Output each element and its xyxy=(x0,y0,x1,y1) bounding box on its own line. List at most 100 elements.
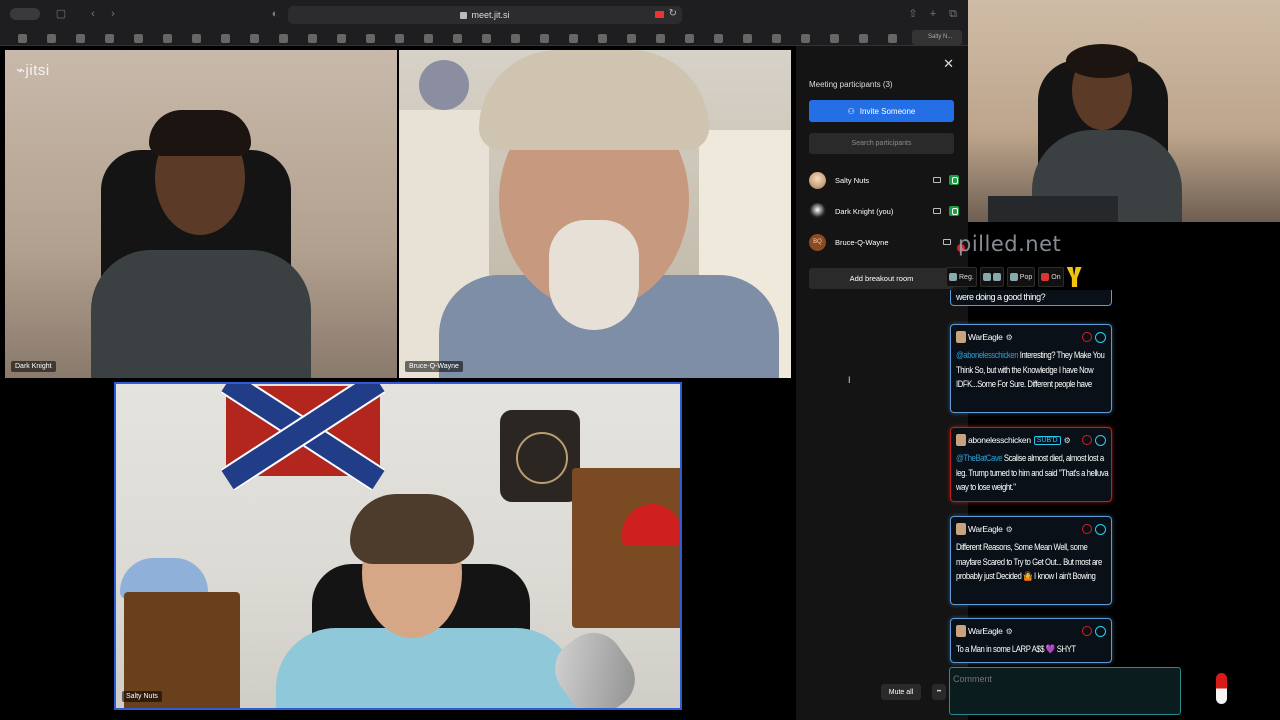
tab-favicon[interactable] xyxy=(37,31,66,45)
tab-overview-icon[interactable]: ⧉ xyxy=(946,7,960,21)
tab-favicon[interactable] xyxy=(501,31,530,45)
participants-panel: ✕ Meeting participants (3) ⚇ Invite Some… xyxy=(796,46,968,720)
tab-favicon[interactable] xyxy=(617,31,646,45)
search-participants-input[interactable]: Search participants xyxy=(809,133,954,154)
chat-toolbar: Reg. Pop On xyxy=(946,266,1082,288)
chat-message: WarEagle ⚙ Different Reasons, Some Mean … xyxy=(950,516,1112,605)
tab-favicon[interactable] xyxy=(530,31,559,45)
tab-favicon[interactable] xyxy=(327,31,356,45)
tab-favicon[interactable] xyxy=(675,31,704,45)
like-icon[interactable] xyxy=(1095,523,1106,535)
tab-favicon[interactable] xyxy=(269,31,298,45)
tile-name-label: Salty Nuts xyxy=(122,691,162,702)
corner-shelf xyxy=(572,468,680,628)
pause-icon xyxy=(982,273,991,281)
tab-favicon[interactable] xyxy=(414,31,443,45)
reply-icon[interactable] xyxy=(1082,331,1092,342)
close-icon[interactable]: ✕ xyxy=(943,56,954,72)
back-icon[interactable]: ‹ xyxy=(86,7,100,21)
tab-favicon[interactable] xyxy=(443,31,472,45)
toolbar-pause-button[interactable] xyxy=(979,267,1004,287)
tab-favicon[interactable] xyxy=(66,31,95,45)
active-tab[interactable]: Salty N... xyxy=(912,30,962,45)
pill-icon[interactable] xyxy=(1216,673,1227,704)
toolbar-label: Pop xyxy=(1019,273,1033,281)
tab-favicon[interactable] xyxy=(704,31,733,45)
cap xyxy=(479,50,709,150)
user-icon xyxy=(949,273,957,281)
tab-favicon[interactable] xyxy=(791,31,820,45)
participant-row[interactable]: Salty Nuts xyxy=(809,170,959,190)
comment-box[interactable] xyxy=(949,667,1181,715)
tab-favicon[interactable] xyxy=(472,31,501,45)
chat-message-highlighted: abonelesschicken SUB'D ⚙ @TheBatCave Sca… xyxy=(950,427,1112,502)
forward-icon[interactable]: › xyxy=(106,7,120,21)
like-icon[interactable] xyxy=(1095,625,1106,637)
share-icon[interactable]: ⇧ xyxy=(906,7,920,21)
tab-favicon[interactable] xyxy=(559,31,588,45)
y-logo-icon[interactable] xyxy=(1066,267,1082,287)
video-tile-bruce-q-wayne[interactable]: Bruce-Q-Wayne xyxy=(399,50,791,378)
new-tab-icon[interactable]: + xyxy=(926,7,940,21)
tab-favicon[interactable] xyxy=(298,31,327,45)
toolbar-on-button[interactable]: On xyxy=(1038,267,1064,287)
tab-favicon[interactable] xyxy=(588,31,617,45)
participant-row[interactable]: BQ Bruce-Q-Wayne xyxy=(809,232,959,252)
camera-icon xyxy=(933,208,941,214)
more-options-button[interactable]: •• xyxy=(932,684,946,700)
mention[interactable]: @TheBatCave xyxy=(956,453,1003,463)
mention[interactable]: @abonelesschicken xyxy=(956,350,1019,360)
avatar xyxy=(809,202,826,220)
gear-icon: ⚙ xyxy=(1005,626,1013,636)
mute-all-button[interactable]: Mute all xyxy=(881,684,921,700)
tab-favicon[interactable] xyxy=(820,31,849,45)
reply-icon[interactable] xyxy=(1082,625,1092,636)
panel-title: Meeting participants (3) xyxy=(809,80,893,89)
webcam-overlay xyxy=(968,0,1280,222)
jitsi-logo[interactable]: ⌁jitsi xyxy=(16,61,50,79)
tab-favicon[interactable] xyxy=(762,31,791,45)
like-icon[interactable] xyxy=(1095,331,1106,343)
chat-username: abonelesschicken xyxy=(968,435,1031,445)
participant-row[interactable]: Dark Knight (you) xyxy=(809,201,959,221)
tab-favicon[interactable] xyxy=(849,31,878,45)
tab-favicon[interactable] xyxy=(153,31,182,45)
reply-icon[interactable] xyxy=(1082,434,1092,445)
user-avatar xyxy=(956,434,966,446)
comment-input[interactable] xyxy=(953,674,1177,684)
tab-favicon[interactable] xyxy=(646,31,675,45)
tile-name-label: Dark Knight xyxy=(11,361,56,372)
tab-favicon[interactable] xyxy=(182,31,211,45)
person-hair xyxy=(1066,44,1138,78)
participant-name: Dark Knight (you) xyxy=(835,206,894,216)
desk-gear xyxy=(988,196,1118,222)
tab-favicon[interactable] xyxy=(356,31,385,45)
toolbar-reg-button[interactable]: Reg. xyxy=(946,267,977,287)
video-tile-dark-knight[interactable]: Dark Knight xyxy=(5,50,397,378)
screen: ▢ ‹ › ◐ meet.jit.si ↻ ⇧ + ⧉ Salty N... D… xyxy=(0,0,1280,720)
avatar: BQ xyxy=(809,233,826,251)
address-bar[interactable]: meet.jit.si ↻ xyxy=(288,6,682,24)
privacy-icon[interactable]: ◐ xyxy=(268,7,282,21)
invite-someone-button[interactable]: ⚇ Invite Someone xyxy=(809,100,954,122)
tab-favicon[interactable] xyxy=(385,31,414,45)
camera-recording-icon[interactable] xyxy=(655,11,664,18)
tab-favicon[interactable] xyxy=(95,31,124,45)
tab-favicon[interactable] xyxy=(878,31,907,45)
toolbar-pop-button[interactable]: Pop xyxy=(1006,267,1036,287)
sidebar-toggle-icon[interactable]: ▢ xyxy=(54,7,68,21)
window-controls[interactable] xyxy=(10,8,40,20)
lock-icon xyxy=(460,11,468,19)
tab-favicon[interactable] xyxy=(733,31,762,45)
add-breakout-room-button[interactable]: Add breakout room xyxy=(809,268,954,289)
tab-favicon[interactable] xyxy=(240,31,269,45)
like-icon[interactable] xyxy=(1095,434,1106,446)
reply-icon[interactable] xyxy=(1082,523,1092,534)
tab-favicon[interactable] xyxy=(211,31,240,45)
reload-icon[interactable]: ↻ xyxy=(669,8,677,19)
tab-favicon[interactable] xyxy=(124,31,153,45)
tab-favicon[interactable] xyxy=(8,31,37,45)
wall-clock xyxy=(500,410,580,502)
user-avatar xyxy=(956,523,966,535)
video-tile-salty-nuts[interactable]: Salty Nuts xyxy=(114,382,682,710)
